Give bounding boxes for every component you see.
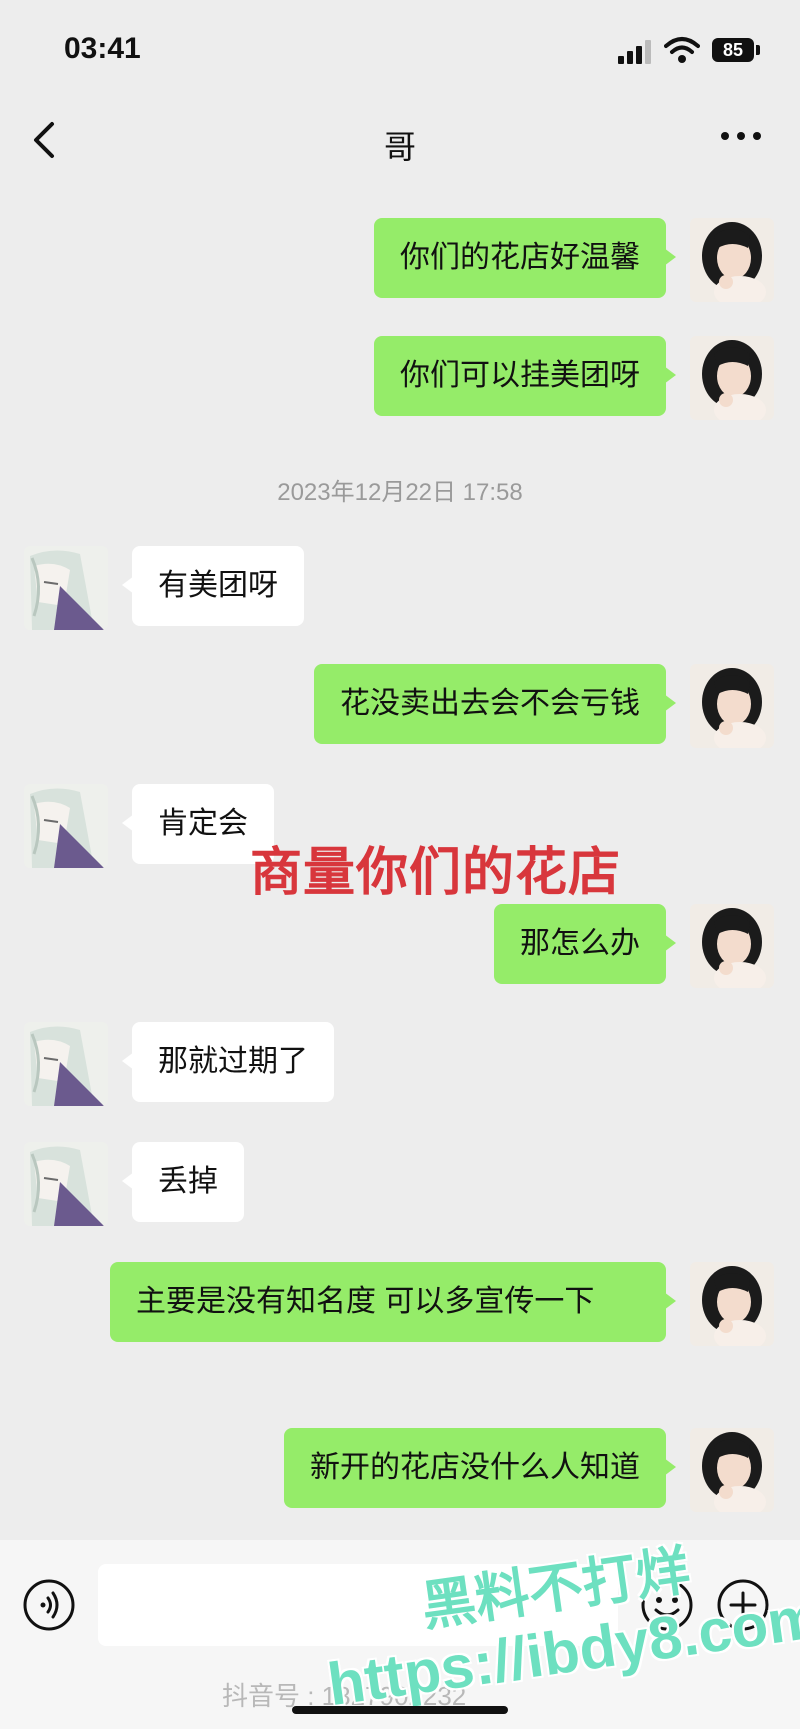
message-bubble[interactable]: 有美团呀 [122, 546, 304, 626]
message-bubble[interactable]: 你们可以挂美团呀 [374, 336, 676, 416]
message-row: 你们的花店好温馨 [0, 218, 800, 302]
message-bubble[interactable]: 主要是没有知名度 可以多宣传一下 [110, 1262, 676, 1342]
message-bubble[interactable]: 丢掉 [122, 1142, 244, 1222]
my-avatar[interactable] [690, 336, 774, 420]
chat-title: 哥 [383, 129, 416, 165]
status-bar: 03:41 85 [0, 0, 800, 100]
overlay-caption: 商量你们的花店 [250, 844, 622, 902]
status-time: 03:41 [64, 32, 141, 65]
message-bubble[interactable]: 花没卖出去会不会亏钱 [314, 664, 676, 744]
message-row: 你们可以挂美团呀 [0, 336, 800, 420]
contact-avatar[interactable] [24, 1142, 108, 1226]
message-row: 那怎么办 [0, 904, 800, 988]
message-bubble[interactable]: 那怎么办 [494, 904, 676, 984]
my-avatar[interactable] [690, 218, 774, 302]
my-avatar[interactable] [690, 664, 774, 748]
home-indicator [292, 1706, 508, 1714]
message-bubble[interactable]: 新开的花店没什么人知道 [284, 1428, 676, 1508]
contact-avatar[interactable] [24, 546, 108, 630]
chat-header: 哥 [0, 100, 800, 190]
message-row: 那就过期了 [0, 1022, 800, 1106]
cellular-signal-icon [618, 40, 651, 64]
more-icon[interactable] [716, 116, 766, 156]
contact-avatar[interactable] [24, 1022, 108, 1106]
battery-tip [756, 45, 760, 55]
message-row: 丢掉 [0, 1142, 800, 1226]
message-bubble[interactable]: 那就过期了 [122, 1022, 334, 1102]
my-avatar[interactable] [690, 1428, 774, 1512]
voice-icon[interactable] [22, 1578, 76, 1632]
message-row: 花没卖出去会不会亏钱 [0, 664, 800, 748]
message-row: 主要是没有知名度 可以多宣传一下 [0, 1262, 800, 1390]
my-avatar[interactable] [690, 904, 774, 988]
message-timestamp: 2023年12月22日 17:58 [277, 479, 523, 506]
wifi-icon [664, 37, 700, 63]
message-row: 有美团呀 [0, 546, 800, 630]
battery-indicator: 85 [712, 38, 754, 62]
message-bubble[interactable]: 你们的花店好温馨 [374, 218, 676, 298]
my-avatar[interactable] [690, 1262, 774, 1346]
contact-avatar[interactable] [24, 784, 108, 868]
message-row: 新开的花店没什么人知道 [0, 1428, 800, 1512]
